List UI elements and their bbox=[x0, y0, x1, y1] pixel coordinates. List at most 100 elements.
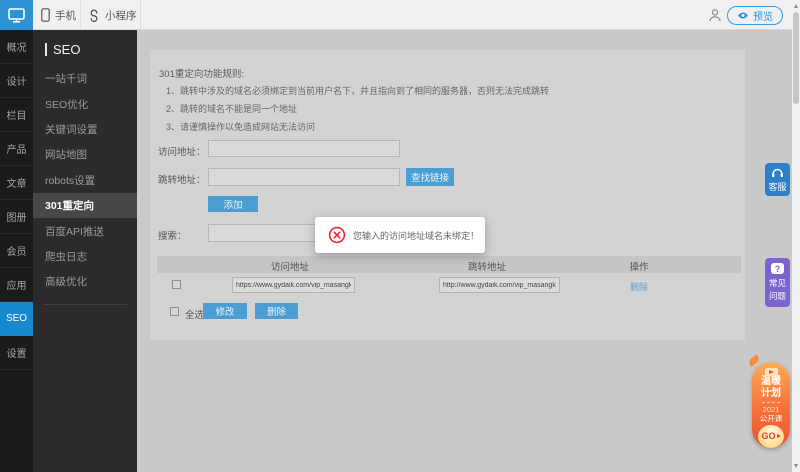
tab-miniprogram-label: 小程序 bbox=[105, 8, 137, 23]
search-label: 搜索： bbox=[158, 228, 187, 242]
preview-button[interactable]: 预览 bbox=[727, 6, 783, 25]
row-delete-link[interactable]: 删除 bbox=[602, 280, 676, 293]
rules-title: 301重定向功能规则: bbox=[159, 66, 244, 80]
submenu-item-advanced-optimize[interactable]: 高级优化 bbox=[33, 269, 137, 294]
submenu-item-sitemap[interactable]: 网站地图 bbox=[33, 142, 137, 167]
submenu-item-keyword-settings[interactable]: 关键词设置 bbox=[33, 117, 137, 142]
preview-label: 预览 bbox=[753, 8, 773, 23]
sidebar-item-label: 设计 bbox=[7, 73, 27, 88]
promo-badge[interactable]: 温暖 计划 2021 公开课 GO bbox=[752, 362, 790, 448]
video-camera-icon bbox=[765, 368, 778, 376]
faq-label-line1: 常见 bbox=[769, 277, 786, 289]
play-triangle-icon bbox=[777, 434, 781, 438]
submenu-item-baidu-api-push[interactable]: 百度API推送 bbox=[33, 218, 137, 243]
sidebar-item-label: 概况 bbox=[7, 39, 27, 54]
sidebar-item-articles[interactable]: 文章 bbox=[0, 166, 33, 200]
row-visit-url-input[interactable] bbox=[232, 277, 355, 293]
eye-icon bbox=[737, 11, 749, 20]
col-visit-address: 访问地址 bbox=[230, 259, 350, 273]
col-action: 操作 bbox=[602, 259, 676, 273]
topbar: 手机 小程序 预览 bbox=[0, 0, 800, 30]
add-button[interactable]: 添加 bbox=[208, 196, 258, 212]
submenu-item-301-redirect[interactable]: 301重定向 bbox=[33, 193, 137, 218]
faq-button[interactable]: ? 常见 问题 bbox=[765, 258, 790, 307]
error-circle-x-icon bbox=[328, 226, 346, 244]
scroll-down-arrow-icon[interactable] bbox=[794, 464, 798, 468]
phone-icon bbox=[41, 8, 50, 22]
scroll-up-arrow-icon[interactable] bbox=[794, 4, 798, 8]
promo-line2: 计划 bbox=[761, 388, 781, 400]
customer-service-label: 客服 bbox=[768, 180, 786, 193]
faq-label-line2: 问题 bbox=[769, 290, 786, 302]
table-row: 删除 bbox=[157, 273, 741, 297]
sidebar-item-products[interactable]: 产品 bbox=[0, 132, 33, 166]
sidebar-item-label: 图册 bbox=[7, 209, 27, 224]
table-header: 访问地址 跳转地址 操作 bbox=[157, 256, 741, 273]
question-icon: ? bbox=[771, 263, 784, 274]
submenu-item-one-site-keywords[interactable]: 一站千词 bbox=[33, 66, 137, 91]
sidebar-item-settings[interactable]: 设置 bbox=[0, 336, 33, 370]
toast-message: 您输入的访问地址域名未绑定！ bbox=[353, 229, 479, 242]
redirect-address-label: 跳转地址： bbox=[158, 172, 206, 186]
user-icon bbox=[708, 8, 722, 22]
miniprogram-icon bbox=[88, 9, 100, 22]
col-redirect-address: 跳转地址 bbox=[427, 259, 547, 273]
sidebar-item-label: SEO bbox=[6, 313, 27, 324]
visit-address-label: 访问地址： bbox=[158, 144, 206, 158]
submenu-item-label: robots设置 bbox=[45, 173, 95, 188]
page-scrollbar[interactable] bbox=[792, 0, 800, 472]
find-link-button[interactable]: 查找链接 bbox=[406, 168, 454, 186]
rule-3: 3、请谨慎操作以免造成网站无法访问 bbox=[166, 120, 315, 133]
submenu-item-label: 关键词设置 bbox=[45, 122, 98, 137]
submenu-item-label: 301重定向 bbox=[45, 198, 94, 213]
sidebar-item-design[interactable]: 设计 bbox=[0, 64, 33, 98]
customer-service-button[interactable]: 客服 bbox=[765, 163, 790, 196]
sidebar-item-overview[interactable]: 概况 bbox=[0, 30, 33, 64]
promo-course: 公开课 bbox=[760, 414, 783, 423]
seo-submenu: SEO 一站千词 SEO优化 关键词设置 网站地图 robots设置 301重定… bbox=[33, 30, 137, 472]
sidebar-item-label: 产品 bbox=[7, 141, 27, 156]
submenu-item-label: 百度API推送 bbox=[45, 224, 104, 239]
submenu-item-crawler-log[interactable]: 爬虫日志 bbox=[33, 244, 137, 269]
scrollbar-thumb[interactable] bbox=[793, 12, 799, 104]
select-all-checkbox[interactable] bbox=[170, 307, 179, 316]
promo-go-button[interactable]: GO bbox=[758, 425, 784, 448]
promo-divider bbox=[762, 402, 780, 403]
tab-mobile-label: 手机 bbox=[55, 8, 76, 23]
submenu-divider bbox=[43, 304, 127, 305]
tab-miniprogram[interactable]: 小程序 bbox=[88, 0, 137, 30]
sidebar-item-albums[interactable]: 图册 bbox=[0, 200, 33, 234]
sidebar-item-label: 设置 bbox=[7, 345, 27, 360]
select-all-row: 全选 修改 删除 bbox=[157, 303, 741, 321]
redirect-address-input[interactable] bbox=[208, 168, 400, 186]
pc-site-logo[interactable] bbox=[0, 0, 33, 30]
submenu-item-label: 一站千词 bbox=[45, 71, 87, 86]
row-redirect-url-input[interactable] bbox=[439, 277, 560, 293]
monitor-icon bbox=[8, 8, 25, 23]
rule-1: 1、跳转中涉及的域名必须绑定到当前用户名下，并且指向到了相同的服务器，否则无法完… bbox=[166, 84, 549, 97]
visit-address-input[interactable] bbox=[208, 140, 400, 157]
app-screen: 手机 小程序 预览 概况 设计 栏目 产品 文章 bbox=[0, 0, 800, 472]
sidebar-item-seo[interactable]: SEO bbox=[0, 302, 33, 336]
sidebar-item-label: 应用 bbox=[7, 277, 27, 292]
main-sidebar: 概况 设计 栏目 产品 文章 图册 会员 应用 SEO 设置 bbox=[0, 30, 33, 472]
submenu-item-robots[interactable]: robots设置 bbox=[33, 168, 137, 193]
sidebar-item-columns[interactable]: 栏目 bbox=[0, 98, 33, 132]
submenu-item-label: 高级优化 bbox=[45, 274, 87, 289]
sidebar-item-label: 栏目 bbox=[7, 107, 27, 122]
row-checkbox[interactable] bbox=[172, 280, 181, 289]
submenu-item-seo-optimize[interactable]: SEO优化 bbox=[33, 91, 137, 116]
sidebar-item-label: 会员 bbox=[7, 243, 27, 258]
modify-button[interactable]: 修改 bbox=[203, 303, 247, 319]
sidebar-item-apps[interactable]: 应用 bbox=[0, 268, 33, 302]
topbar-divider bbox=[140, 0, 141, 30]
tab-mobile[interactable]: 手机 bbox=[41, 0, 76, 30]
user-account-button[interactable] bbox=[708, 8, 722, 22]
submenu-item-label: 爬虫日志 bbox=[45, 249, 87, 264]
sidebar-item-members[interactable]: 会员 bbox=[0, 234, 33, 268]
submenu-item-label: 网站地图 bbox=[45, 147, 87, 162]
promo-go-label: GO bbox=[761, 431, 775, 441]
promo-year: 2021 bbox=[763, 405, 780, 414]
delete-button[interactable]: 删除 bbox=[255, 303, 298, 319]
topbar-divider bbox=[80, 0, 81, 30]
